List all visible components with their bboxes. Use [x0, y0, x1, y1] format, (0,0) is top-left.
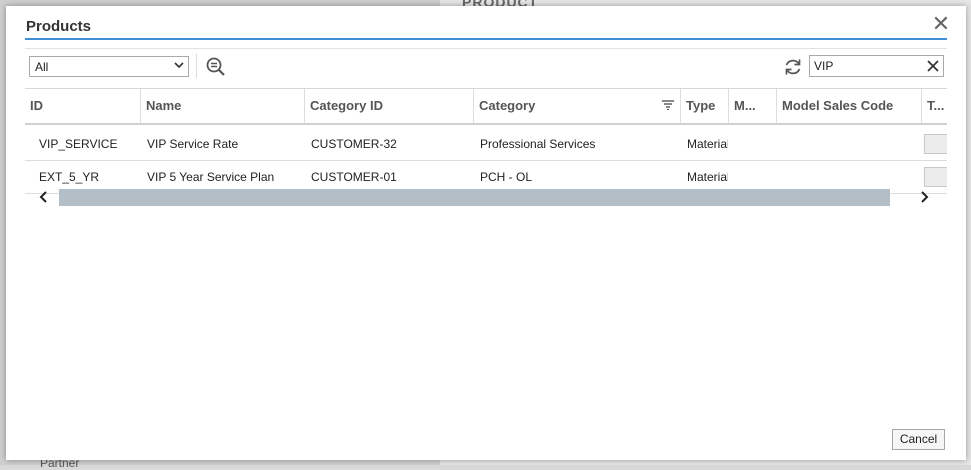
column-header-name[interactable]: Name: [141, 89, 305, 123]
table-header: ID Name Category ID Category Type M... M…: [25, 88, 947, 125]
search-field[interactable]: [809, 55, 944, 77]
row-action-button[interactable]: [924, 167, 947, 187]
cell-category-id: CUSTOMER-32: [311, 137, 397, 151]
refresh-icon[interactable]: [782, 56, 804, 78]
clear-search-icon[interactable]: [926, 59, 940, 73]
column-header-id[interactable]: ID: [25, 89, 141, 123]
column-header-model-sales-code[interactable]: Model Sales Code: [777, 89, 922, 123]
column-header-type[interactable]: Type: [681, 89, 729, 123]
zoom-out-icon[interactable]: [205, 56, 227, 78]
filter-select-value: All: [35, 60, 49, 74]
search-input[interactable]: [814, 58, 919, 74]
column-header-category[interactable]: Category: [474, 89, 681, 123]
column-header-m[interactable]: M...: [729, 89, 777, 123]
row-action-button[interactable]: [924, 134, 947, 154]
dialog-header: Products: [25, 16, 947, 40]
cell-name: VIP Service Rate: [147, 137, 239, 151]
chevron-left-icon[interactable]: [37, 189, 51, 205]
cell-m: [735, 128, 775, 160]
toolbar-divider: [25, 48, 947, 49]
chevron-right-icon[interactable]: [917, 189, 931, 205]
table-row[interactable]: VIP_SERVICE VIP Service Rate CUSTOMER-32…: [25, 128, 947, 161]
scrollbar-thumb[interactable]: [59, 189, 890, 206]
cell-type: Material: [687, 137, 728, 151]
toolbar-separator: [196, 54, 197, 78]
column-header-category-id[interactable]: Category ID: [305, 89, 474, 123]
cell-category: Professional Services: [480, 137, 596, 151]
chevron-down-icon: [174, 62, 184, 69]
column-header-t[interactable]: T...: [922, 89, 947, 123]
close-icon[interactable]: ✕: [931, 13, 951, 35]
cell-id: VIP_SERVICE: [39, 137, 118, 151]
cancel-button[interactable]: Cancel: [892, 429, 945, 450]
filter-select[interactable]: All: [29, 56, 189, 77]
filter-icon[interactable]: [662, 100, 674, 110]
cell-model-sales-code: [783, 128, 919, 160]
dialog-title: Products: [26, 18, 92, 35]
horizontal-scrollbar[interactable]: [25, 189, 947, 206]
products-dialog: Products ✕ All ID Name Category ID: [6, 6, 966, 460]
